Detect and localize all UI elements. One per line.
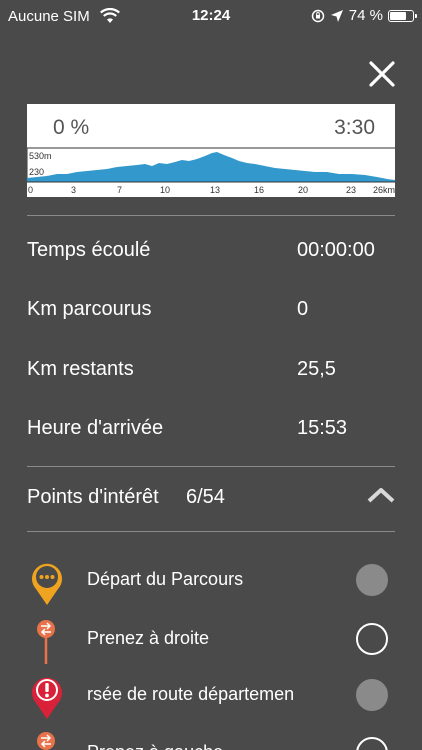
distance-tick-label: 23 <box>346 185 356 195</box>
close-icon[interactable] <box>367 59 397 89</box>
poi-checkbox[interactable] <box>356 623 388 655</box>
warning-pin-icon <box>32 677 63 719</box>
stat-label: Km restants <box>27 358 134 380</box>
poi-item[interactable]: rsée de route départemen <box>0 670 422 720</box>
poi-item[interactable]: Départ du Parcours <box>0 555 422 605</box>
poi-name: Départ du Parcours <box>87 569 244 589</box>
divider <box>27 466 395 467</box>
poi-name: rsée de route départemen <box>87 684 295 704</box>
distance-tick-label: 10 <box>160 185 170 195</box>
turn-left-pin-icon <box>37 732 55 750</box>
stat-value: 00:00:00 <box>297 239 375 261</box>
rotation-lock-icon <box>311 9 325 22</box>
elevation-area <box>27 152 395 182</box>
distance-tick-label: 16 <box>254 185 264 195</box>
stat-label: Km parcourus <box>27 298 152 320</box>
distance-tick-label: 26km <box>373 185 395 195</box>
elevation-profile: 0 % 3:30 530m 230 0 3 7 10 13 16 20 23 26km <box>27 104 395 197</box>
poi-item[interactable]: Prenez à gauche <box>0 728 422 750</box>
stat-value: 25,5 <box>297 358 336 380</box>
stat-value: 15:53 <box>297 417 348 439</box>
poi-checkbox[interactable] <box>356 737 388 750</box>
distance-tick-label: 7 <box>117 185 122 195</box>
distance-tick-label: 3 <box>71 185 76 195</box>
ellipsis-pin-icon <box>32 563 63 605</box>
turn-right-pin-icon <box>37 620 55 664</box>
stat-label: Heure d'arrivée <box>27 417 164 439</box>
distance-tick-label: 13 <box>210 185 220 195</box>
poi-name: Prenez à gauche <box>87 742 319 750</box>
stat-value: 0 <box>297 298 309 320</box>
battery-icon <box>388 9 417 22</box>
poi-checkbox[interactable] <box>356 679 388 711</box>
poi-item[interactable]: Prenez à droite <box>0 614 422 664</box>
status-bar: Aucune SIM 12:24 74 % <box>0 0 422 34</box>
poi-header[interactable]: Points d'intérêt 6/54 <box>27 486 395 509</box>
poi-name: Prenez à droite <box>87 628 210 648</box>
chevron-up-icon[interactable] <box>367 486 395 504</box>
location-arrow-icon <box>330 9 343 22</box>
poi-count: 6/54 <box>186 486 225 508</box>
divider <box>27 531 395 532</box>
battery-percent: 74 % <box>348 7 383 24</box>
distance-tick-label: 20 <box>298 185 308 195</box>
distance-tick-label: 0 <box>28 185 33 195</box>
poi-checkbox[interactable] <box>356 564 388 596</box>
elev-low-label: 230 <box>29 167 44 177</box>
stat-label: Temps écoulé <box>27 239 151 261</box>
elevation-chart: 530m 230 0 3 7 10 13 16 20 23 26km <box>27 147 395 195</box>
elev-high-label: 530m <box>29 151 52 161</box>
divider <box>27 215 395 216</box>
poi-header-label: Points d'intérêt <box>27 486 159 508</box>
